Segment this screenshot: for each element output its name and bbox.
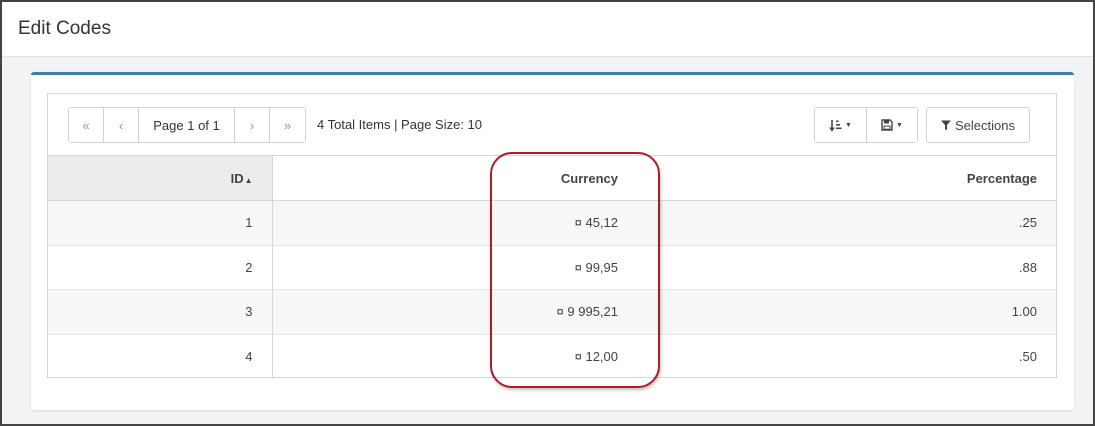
chevron-left-icon: ‹ <box>118 117 124 133</box>
sort-ascending-icon: ▲ <box>244 175 253 185</box>
table-row[interactable]: 4 ¤ 12,00 .50 <box>48 334 1056 379</box>
save-dropdown-button[interactable]: ▼ <box>866 108 917 142</box>
cell-id: 2 <box>48 245 273 290</box>
cell-percentage: .25 <box>637 200 1056 246</box>
caret-down-icon: ▼ <box>896 121 903 129</box>
page-title: Edit Codes <box>18 18 111 39</box>
cell-currency: ¤ 9 995,21 <box>272 289 637 335</box>
column-header-id[interactable]: ID▲ <box>48 155 273 201</box>
column-header-currency[interactable]: Currency <box>272 155 637 201</box>
cell-id: 3 <box>48 289 273 335</box>
chevron-right-icon: › <box>249 117 255 133</box>
cell-currency: ¤ 45,12 <box>272 200 637 246</box>
filter-icon <box>941 120 951 130</box>
window-frame: Edit Codes « ‹ Page 1 of 1 › » 4 Total I… <box>0 0 1095 426</box>
cell-id: 1 <box>48 200 273 246</box>
cell-percentage: 1.00 <box>637 289 1056 335</box>
toolbar-button-group: ▼ ▼ <box>814 107 918 143</box>
cell-currency: ¤ 99,95 <box>272 245 637 290</box>
previous-page-button[interactable]: ‹ <box>104 108 139 142</box>
table-row[interactable]: 1 ¤ 45,12 .25 <box>48 200 1056 246</box>
selections-label: Selections <box>955 117 1015 133</box>
pager: « ‹ Page 1 of 1 › » <box>68 107 306 143</box>
page-header: Edit Codes <box>2 2 1093 57</box>
table-header-row: ID▲ Currency Percentage <box>48 155 1056 201</box>
grid-toolbar: « ‹ Page 1 of 1 › » 4 Total Items | Page… <box>48 94 1056 155</box>
codes-table: ID▲ Currency Percentage 1 ¤ 45,12 .25 2 … <box>48 155 1056 379</box>
table-row[interactable]: 2 ¤ 99,95 .88 <box>48 245 1056 290</box>
floppy-disk-icon <box>881 119 893 131</box>
cell-percentage: .50 <box>1018 349 1037 364</box>
selections-button[interactable]: Selections <box>926 107 1030 143</box>
column-header-percentage[interactable]: Percentage <box>637 155 1056 201</box>
last-page-button[interactable]: » <box>270 108 305 142</box>
sort-amount-icon <box>829 119 842 132</box>
page-info: Page 1 of 1 <box>139 108 235 142</box>
cell-currency: ¤ 12,00 <box>574 349 618 364</box>
double-chevron-right-icon: » <box>283 117 292 133</box>
pager-summary: 4 Total Items | Page Size: 10 <box>317 117 483 132</box>
double-chevron-left-icon: « <box>82 117 90 133</box>
cell-percentage: .88 <box>637 245 1056 290</box>
cell-id: 4 <box>48 334 273 379</box>
next-page-button[interactable]: › <box>235 108 270 142</box>
table-row[interactable]: 3 ¤ 9 995,21 1.00 <box>48 289 1056 335</box>
content-card: « ‹ Page 1 of 1 › » 4 Total Items | Page… <box>31 72 1074 410</box>
caret-down-icon: ▼ <box>845 121 852 129</box>
sort-dropdown-button[interactable]: ▼ <box>815 108 866 142</box>
first-page-button[interactable]: « <box>69 108 104 142</box>
data-grid: « ‹ Page 1 of 1 › » 4 Total Items | Page… <box>47 93 1057 379</box>
